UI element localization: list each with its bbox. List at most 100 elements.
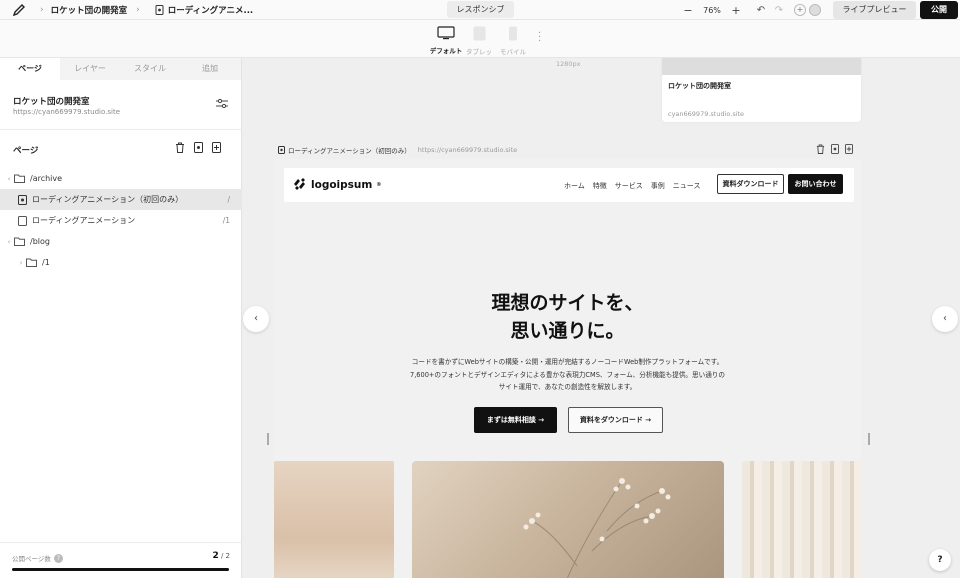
site-name: ロケット団の開発室 bbox=[13, 97, 90, 107]
published-pages-label: 公開ページ数 bbox=[12, 555, 51, 563]
hero-image-curtains[interactable] bbox=[742, 461, 861, 578]
settings-sliders-icon[interactable] bbox=[216, 98, 228, 112]
site-preview-frame[interactable]: logoipsum ® ホーム 特徴 サービス 事例 ニュース 資料ダウンロード … bbox=[274, 159, 861, 578]
trash-icon[interactable] bbox=[816, 144, 825, 157]
mobile-icon bbox=[499, 26, 527, 43]
zoom-in-button[interactable]: + bbox=[726, 4, 746, 17]
help-button[interactable]: ? bbox=[929, 549, 951, 571]
help-icon[interactable]: ? bbox=[53, 553, 63, 563]
breadcrumb-project[interactable]: ロケット団の開発室 bbox=[51, 4, 128, 16]
page-tree-item-loading-first[interactable]: ローディングアニメーション（初回のみ） / bbox=[0, 189, 242, 210]
pages-heading: ページ bbox=[13, 146, 39, 156]
page-icon bbox=[18, 215, 27, 226]
chevron-right-icon: › bbox=[40, 4, 44, 15]
published-pages-count: 2 / 2 bbox=[212, 551, 230, 561]
breakpoint-width: 1280px bbox=[556, 60, 581, 68]
nav-link-news[interactable]: ニュース bbox=[673, 181, 701, 191]
page-tree-label: /archive bbox=[30, 174, 63, 183]
tab-pages[interactable]: ページ bbox=[0, 58, 60, 80]
add-page-icon[interactable] bbox=[212, 142, 221, 156]
chevron-down-icon[interactable]: ‹ bbox=[4, 238, 14, 246]
avatar[interactable] bbox=[809, 4, 821, 16]
duplicate-page-icon[interactable] bbox=[194, 142, 203, 156]
page-tree-item-archive[interactable]: ‹ /archive bbox=[0, 168, 242, 189]
device-default-label: デフォルト bbox=[429, 47, 463, 55]
tab-add[interactable]: 追加 bbox=[180, 58, 240, 80]
pen-icon[interactable] bbox=[12, 3, 26, 17]
device-mobile-label: モバイル bbox=[500, 48, 526, 56]
published-pages-footer: 公開ページ数 ? 2 / 2 bbox=[0, 542, 242, 578]
page-tree-item-loading[interactable]: ローディングアニメーション /1 bbox=[0, 210, 242, 231]
frame-title: ローディングアニメーション（初回のみ） bbox=[288, 147, 411, 155]
tab-layers[interactable]: レイヤー bbox=[60, 58, 120, 80]
folder-icon bbox=[26, 258, 37, 267]
contact-button[interactable]: お問い合わせ bbox=[788, 174, 843, 194]
page-thumbnail-card[interactable]: ロケット団の開発室 cyan669979.studio.site bbox=[662, 58, 861, 122]
resize-handle-left[interactable] bbox=[267, 433, 269, 445]
tablet-icon bbox=[463, 26, 495, 43]
top-bar: › ロケット団の開発室 › ローディングアニメ... レスポンシブ − 76% … bbox=[0, 0, 960, 20]
monitor-icon bbox=[429, 26, 463, 42]
home-page-icon bbox=[18, 194, 27, 205]
trash-icon[interactable] bbox=[175, 142, 185, 156]
tab-responsive[interactable]: レスポンシブ bbox=[447, 1, 514, 18]
device-bar: デフォルト タブレット モバイル ··· bbox=[0, 20, 960, 66]
published-pages-progress bbox=[12, 568, 229, 571]
site-header[interactable]: logoipsum ® ホーム 特徴 サービス 事例 ニュース 資料ダウンロード … bbox=[284, 168, 854, 202]
zoom-out-button[interactable]: − bbox=[678, 4, 698, 17]
hero-title[interactable]: 理想のサイトを、 思い通りに。 bbox=[274, 289, 861, 345]
chevron-right-icon[interactable]: › bbox=[16, 259, 26, 267]
thumbnail-title: ロケット団の開発室 bbox=[668, 82, 731, 90]
free-consultation-button[interactable]: まずは無料相談 → bbox=[474, 407, 557, 433]
nav-link-features[interactable]: 特徴 bbox=[593, 181, 607, 191]
download-materials-button[interactable]: 資料をダウンロード → bbox=[568, 407, 663, 433]
page-icon bbox=[278, 146, 285, 154]
registered-mark: ® bbox=[376, 181, 382, 188]
chevron-left-icon[interactable]: ‹ bbox=[243, 306, 269, 332]
thumbnail-strip bbox=[662, 58, 861, 75]
site-nav: ホーム 特徴 サービス 事例 ニュース bbox=[564, 181, 700, 191]
add-page-icon[interactable] bbox=[845, 144, 853, 157]
add-collaborator-icon[interactable]: + bbox=[794, 4, 806, 16]
page-icon bbox=[155, 4, 164, 15]
live-preview-button[interactable]: ライブプレビュー bbox=[833, 1, 916, 19]
page-tree-label: ローディングアニメーション bbox=[32, 216, 136, 225]
resize-handle-right[interactable] bbox=[868, 433, 870, 445]
chevron-left-icon[interactable]: ‹ bbox=[4, 175, 14, 183]
folder-icon bbox=[14, 237, 25, 246]
frame-label[interactable]: ローディングアニメーション（初回のみ） https://cyan669979.s… bbox=[278, 145, 517, 155]
logo-mark-icon bbox=[294, 178, 305, 190]
nav-link-home[interactable]: ホーム bbox=[564, 181, 585, 191]
editor-canvas[interactable]: 1280px ロケット団の開発室 cyan669979.studio.site … bbox=[242, 58, 960, 578]
device-default[interactable]: デフォルト bbox=[429, 26, 463, 55]
page-tree-label: ローディングアニメーション（初回のみ） bbox=[32, 195, 184, 204]
tab-styles[interactable]: スタイル bbox=[120, 58, 180, 80]
panel-tabs: ページ レイヤー スタイル 追加 bbox=[0, 58, 241, 80]
more-options-icon[interactable]: · · · bbox=[538, 29, 541, 47]
device-mobile[interactable]: モバイル bbox=[499, 26, 527, 56]
duplicate-page-icon[interactable] bbox=[831, 144, 839, 157]
hero-description[interactable]: コードを書かずにWebサイトの構築・公開・運用が完結するノーコードWeb制作プラ… bbox=[274, 356, 861, 394]
frame-url: https://cyan669979.studio.site bbox=[417, 146, 518, 154]
page-tree: ‹ /archive ローディングアニメーション（初回のみ） / ローディングア… bbox=[0, 168, 242, 273]
page-tree-label: /1 bbox=[42, 258, 50, 267]
hero-image-clouds[interactable] bbox=[274, 461, 394, 578]
publish-button[interactable]: 公開 bbox=[920, 1, 958, 19]
page-tree-item-blog-1[interactable]: › /1 bbox=[0, 252, 242, 273]
nav-link-services[interactable]: サービス bbox=[615, 181, 643, 191]
site-url: https://cyan669979.studio.site bbox=[13, 108, 120, 116]
thumbnail-url: cyan669979.studio.site bbox=[668, 110, 745, 118]
redo-button[interactable]: ↷ bbox=[770, 5, 788, 16]
breadcrumb-page[interactable]: ローディングアニメ... bbox=[168, 4, 253, 16]
download-docs-button[interactable]: 資料ダウンロード bbox=[717, 174, 784, 194]
undo-button[interactable]: ↶ bbox=[752, 5, 770, 16]
nav-link-cases[interactable]: 事例 bbox=[651, 181, 665, 191]
left-panel: ページ レイヤー スタイル 追加 ロケット団の開発室 https://cyan6… bbox=[0, 58, 242, 578]
zoom-level[interactable]: 76% bbox=[698, 6, 726, 15]
folder-icon bbox=[14, 174, 25, 183]
flower-illustration bbox=[523, 478, 671, 578]
chevron-left-icon[interactable]: ‹ bbox=[932, 306, 958, 332]
site-logo[interactable]: logoipsum ® bbox=[293, 178, 381, 191]
page-tree-item-blog[interactable]: ‹ /blog bbox=[0, 231, 242, 252]
hero-image-flowers[interactable] bbox=[412, 461, 724, 578]
